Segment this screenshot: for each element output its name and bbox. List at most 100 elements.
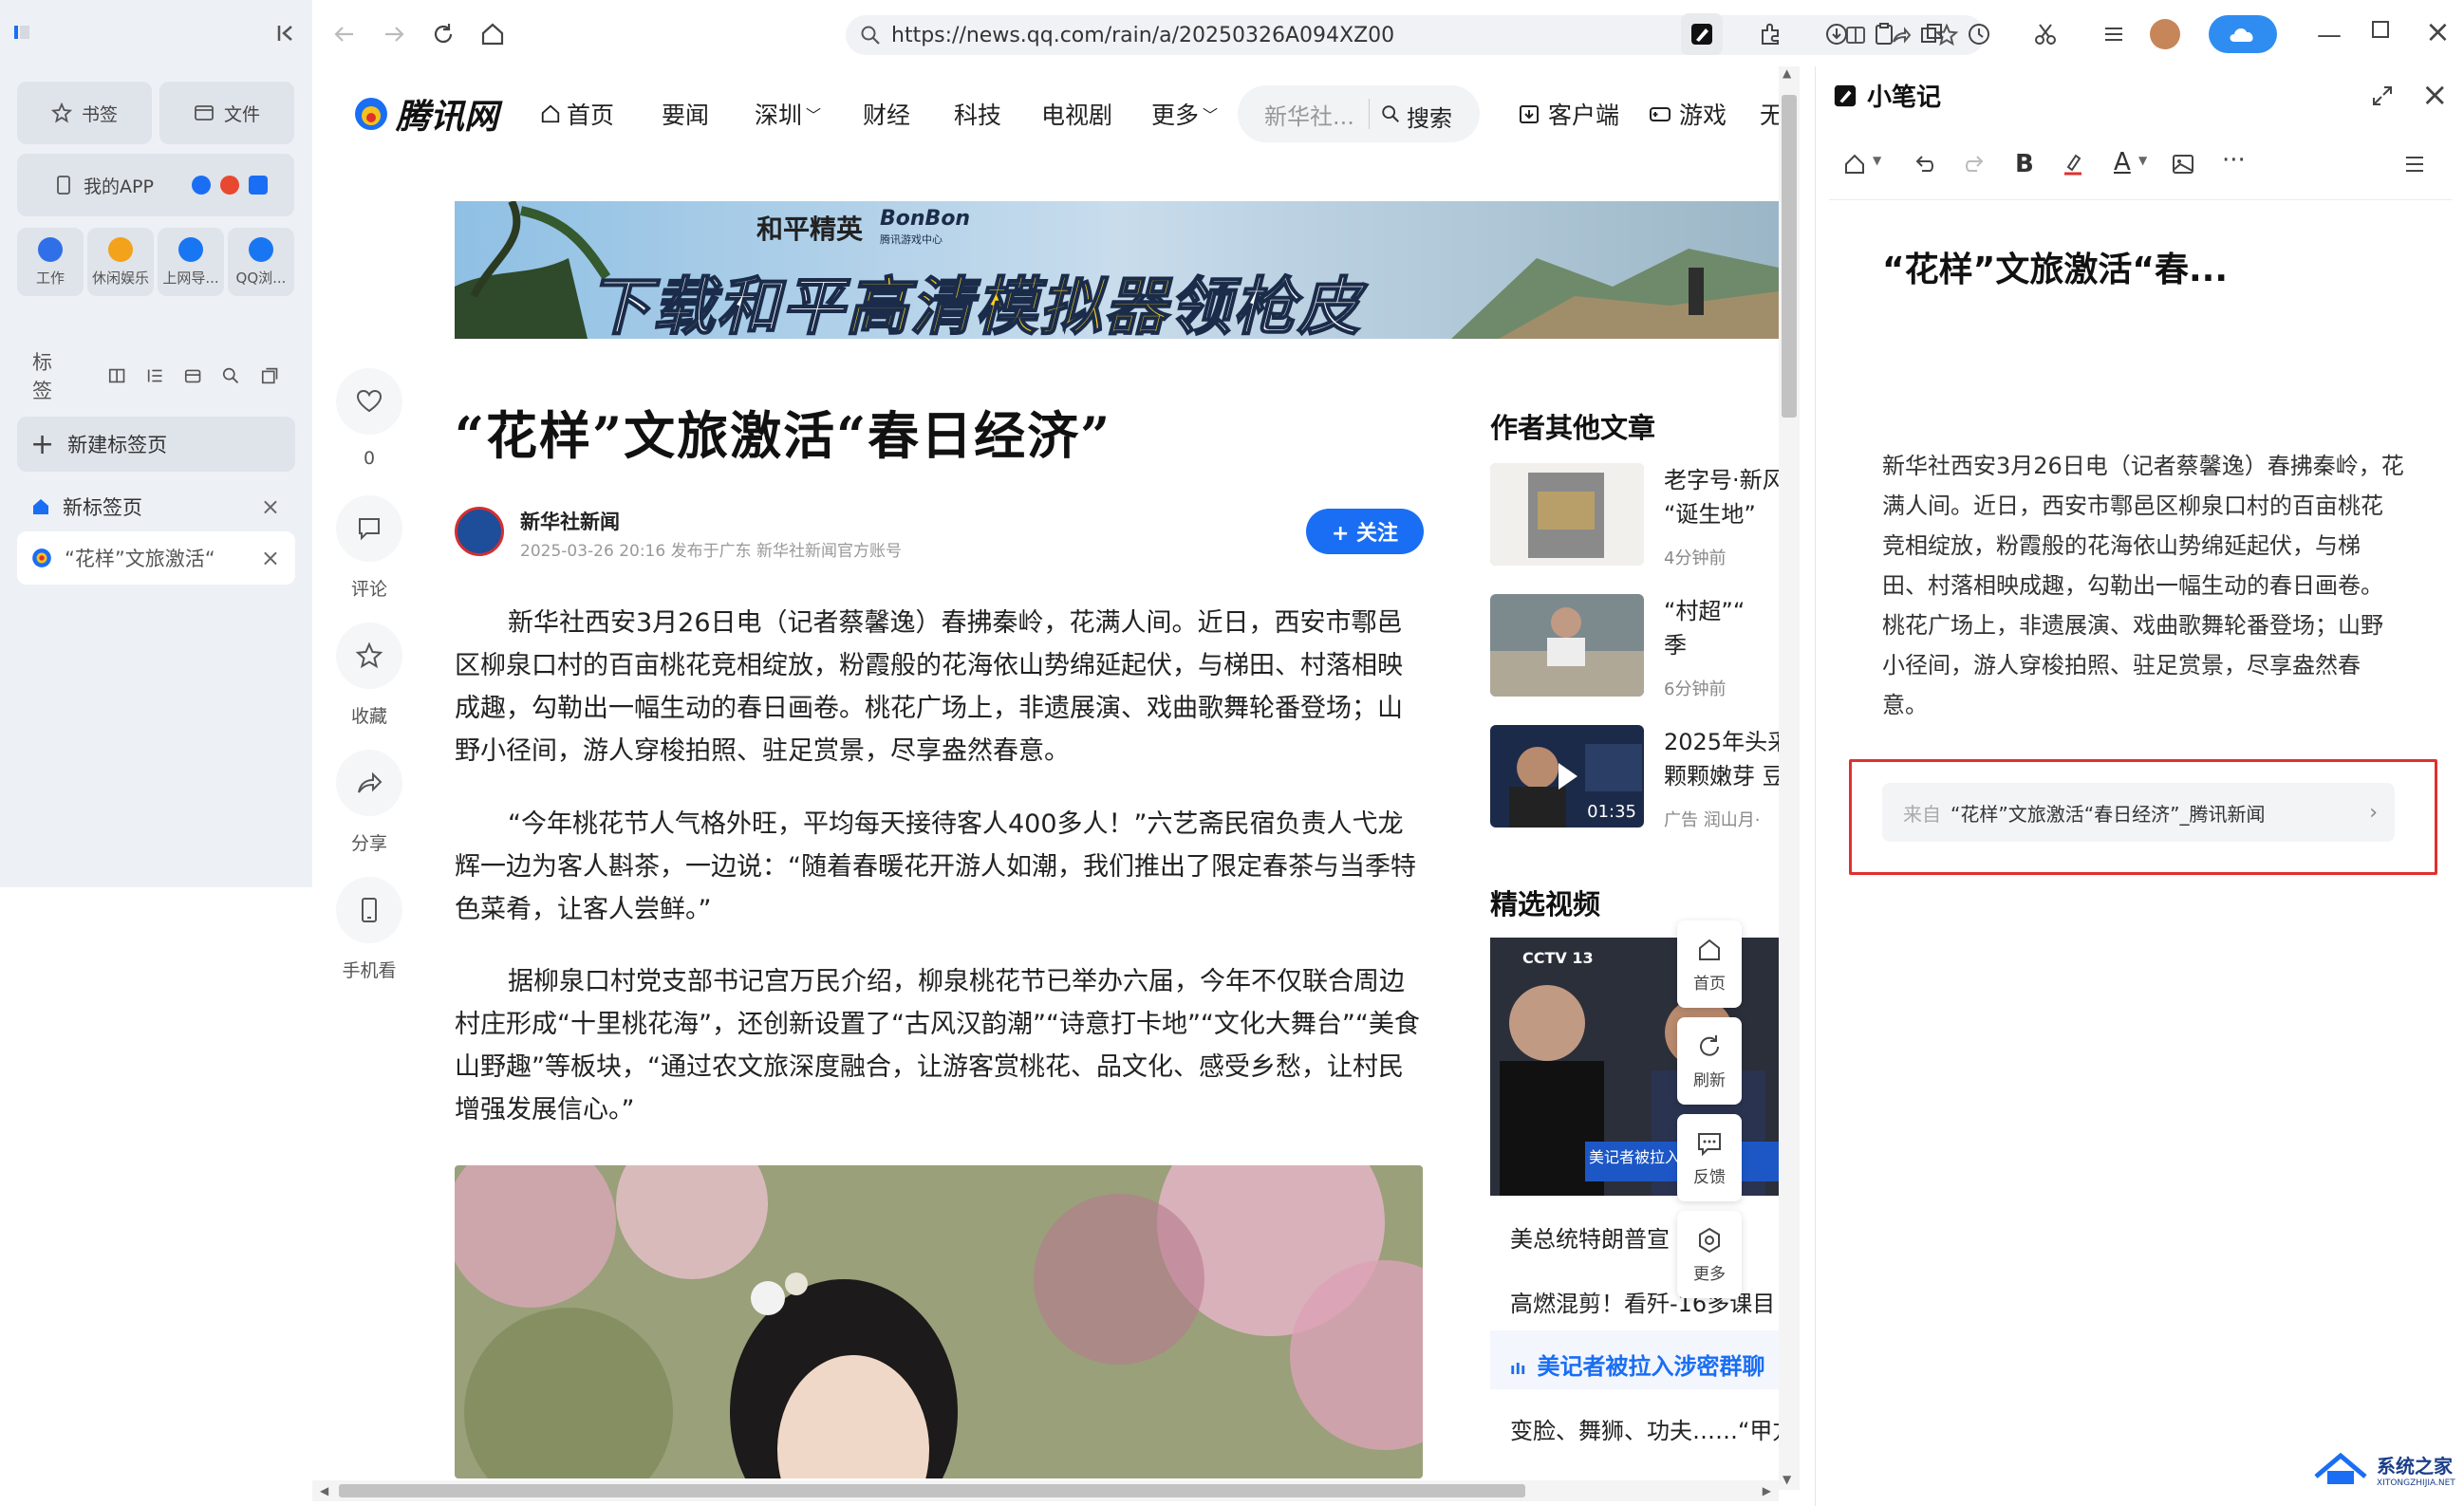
share-action[interactable]: 分享 xyxy=(336,750,402,855)
download-icon[interactable] xyxy=(1823,21,1850,47)
like-action[interactable]: 0 xyxy=(336,368,402,469)
nav-news[interactable]: 要闻 xyxy=(662,84,709,144)
follow-button[interactable]: + 关注 xyxy=(1306,509,1424,554)
related-title[interactable]: “村超”“ xyxy=(1664,594,1779,628)
app-shortcut-icon[interactable] xyxy=(191,176,211,195)
note-title[interactable]: “花样”文旅激活“春... xyxy=(1882,242,2228,291)
vertical-scrollbar[interactable]: ▲ ▼ xyxy=(1779,66,1800,1490)
clipboard-icon[interactable] xyxy=(1871,21,1897,47)
related-title[interactable]: “诞生地” xyxy=(1664,497,1779,531)
bookmarks-button[interactable]: 书签 xyxy=(17,82,152,144)
reload-icon[interactable] xyxy=(430,21,457,47)
list-menu-icon[interactable] xyxy=(2402,152,2427,177)
sort-icon[interactable] xyxy=(145,365,164,386)
history-icon[interactable] xyxy=(1966,21,1992,47)
share-button[interactable] xyxy=(336,750,402,816)
close-notes-icon[interactable]: × xyxy=(2421,76,2449,114)
image-icon[interactable] xyxy=(2171,152,2195,177)
app-shortcut-icon[interactable] xyxy=(248,176,268,195)
float-feedback-button[interactable]: 反馈 xyxy=(1677,1114,1742,1201)
float-refresh-button[interactable]: 刷新 xyxy=(1677,1017,1742,1105)
favorite-button[interactable] xyxy=(336,623,402,689)
app-tile-nav[interactable]: 上网导... xyxy=(158,228,224,296)
nav-home[interactable]: 首页 xyxy=(540,84,614,144)
tab-overview-icon[interactable] xyxy=(260,365,279,386)
related-title[interactable]: 颗颗嫩芽 豆 xyxy=(1664,759,1779,793)
nav-more[interactable]: 更多 ﹀ xyxy=(1151,84,1218,144)
comment-action[interactable]: 评论 xyxy=(336,495,402,601)
tab-item[interactable]: 新标签页 × xyxy=(17,484,295,530)
mobile-button[interactable] xyxy=(336,877,402,943)
close-tab-icon[interactable]: × xyxy=(261,493,280,520)
related-video-thumb[interactable]: 01:35 xyxy=(1490,725,1644,827)
collapse-sidebar-icon[interactable] xyxy=(275,23,296,44)
maximize-icon[interactable] xyxy=(2372,21,2389,38)
highlight-icon[interactable] xyxy=(2061,152,2085,177)
float-home-button[interactable]: 首页 xyxy=(1677,920,1742,1008)
scroll-down-arrow[interactable]: ▼ xyxy=(1783,1473,1791,1486)
scissors-icon[interactable] xyxy=(2032,21,2059,47)
horizontal-scrollbar[interactable]: ◀ ▶ xyxy=(312,1480,1779,1501)
author-avatar[interactable] xyxy=(455,507,504,556)
back-icon[interactable] xyxy=(331,21,358,47)
url-text[interactable]: https://news.qq.com/rain/a/20250326A094X… xyxy=(891,24,1394,47)
nav-shenzhen[interactable]: 深圳 ﹀ xyxy=(755,84,821,144)
split-view-icon[interactable] xyxy=(107,365,126,386)
bold-icon[interactable]: B xyxy=(2015,150,2034,178)
float-more-button[interactable]: 更多 xyxy=(1677,1211,1742,1298)
cloud-sync-button[interactable] xyxy=(2209,15,2277,53)
note-source-link[interactable]: 来自 “花样”文旅激活“春日经济”_腾讯新闻 › xyxy=(1882,783,2395,842)
minimize-icon[interactable]: — xyxy=(2317,21,2342,49)
related-thumb[interactable] xyxy=(1490,594,1644,697)
nav-more-cut[interactable]: 无 xyxy=(1760,84,1779,144)
chevron-down-icon[interactable]: ▼ xyxy=(2138,154,2147,167)
related-title[interactable]: 老字号·新风 xyxy=(1664,463,1779,497)
home-icon[interactable] xyxy=(479,21,506,47)
avatar[interactable] xyxy=(2150,19,2180,49)
app-tile-leisure[interactable]: 休闲娱乐 xyxy=(87,228,154,296)
nav-games[interactable]: 游戏 xyxy=(1649,84,1727,144)
chevron-down-icon[interactable]: ▼ xyxy=(1873,154,1881,167)
note-body[interactable]: 新华社西安3月26日电（记者蔡馨逸）春拂秦岭，花满人间。近日，西安市鄠邑区柳泉口… xyxy=(1882,446,2404,725)
app-tile-work[interactable]: 工作 xyxy=(17,228,84,296)
scrollbar-thumb[interactable] xyxy=(1782,95,1797,418)
scroll-left-arrow[interactable]: ◀ xyxy=(320,1484,328,1497)
nav-finance[interactable]: 财经 xyxy=(863,84,910,144)
author-name[interactable]: 新华社新闻 xyxy=(520,507,620,535)
menu-icon[interactable] xyxy=(2100,21,2127,47)
undo-icon[interactable] xyxy=(1913,152,1937,177)
more-options-icon[interactable]: ··· xyxy=(2222,146,2246,175)
myapp-button[interactable]: 我的APP xyxy=(17,154,294,216)
video-list-item[interactable]: 变脸、舞狮、功夫……“甲亢 xyxy=(1510,1412,1779,1445)
scroll-right-arrow[interactable]: ▶ xyxy=(1763,1484,1771,1497)
app-tile-qq[interactable]: QQ浏... xyxy=(228,228,294,296)
favorite-action[interactable]: 收藏 xyxy=(336,623,402,728)
like-button[interactable] xyxy=(336,368,402,435)
search-icon[interactable] xyxy=(221,365,240,386)
site-logo[interactable]: 腾讯网 xyxy=(352,84,498,144)
comment-button[interactable] xyxy=(336,495,402,562)
nav-tech[interactable]: 科技 xyxy=(954,84,1001,144)
forward-icon[interactable] xyxy=(381,21,407,47)
search-button[interactable]: 搜索 xyxy=(1407,100,1452,133)
search-input[interactable]: 新华社... xyxy=(1264,98,1354,131)
scroll-up-arrow[interactable]: ▲ xyxy=(1783,66,1791,80)
files-button[interactable]: 文件 xyxy=(159,82,294,144)
video-list-item[interactable]: ılı 美记者被拉入涉密群聊 xyxy=(1510,1348,1764,1381)
close-window-icon[interactable]: × xyxy=(2425,13,2451,49)
font-color-icon[interactable]: A xyxy=(2114,148,2131,177)
expand-icon[interactable] xyxy=(2370,84,2395,108)
hscrollbar-thumb[interactable] xyxy=(339,1484,1525,1497)
related-title[interactable]: 2025年头采 xyxy=(1664,725,1779,759)
notes-extension-button[interactable] xyxy=(1681,13,1723,55)
site-search[interactable]: 新华社... 搜索 xyxy=(1238,85,1480,142)
nav-client[interactable]: 客户端 xyxy=(1518,84,1619,144)
tab-item-active[interactable]: “花样”文旅激活“ × xyxy=(17,531,295,585)
related-title[interactable]: 季 xyxy=(1664,628,1779,662)
screenshot-icon[interactable] xyxy=(1918,21,1945,47)
mobile-action[interactable]: 手机看 xyxy=(336,877,402,982)
redo-icon[interactable] xyxy=(1962,152,1987,177)
weibo-icon[interactable] xyxy=(219,176,239,195)
extensions-icon[interactable] xyxy=(1757,21,1783,47)
shape-tool-icon[interactable] xyxy=(1842,152,1867,177)
